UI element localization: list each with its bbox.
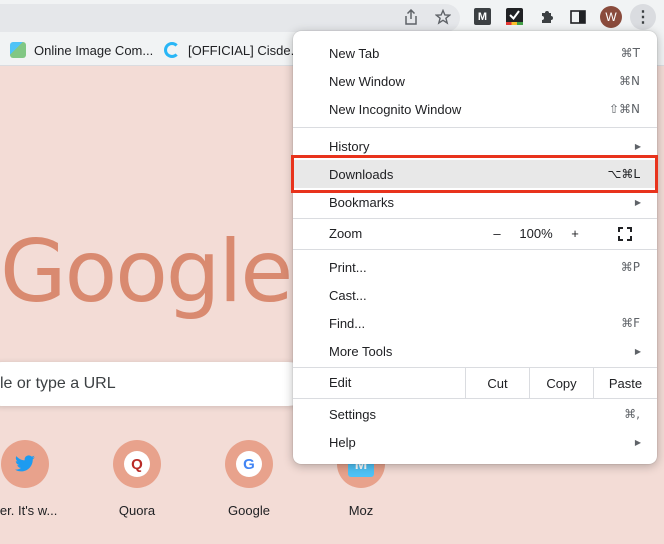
image-compressor-favicon	[10, 42, 26, 58]
menu-item-shortcut: ⌘P	[620, 260, 640, 274]
menu-item-shortcut: ⇧⌘N	[608, 102, 640, 116]
menu-item-label: Print...	[329, 259, 367, 275]
menu-item-shortcut: ⌘N	[619, 74, 640, 88]
menu-item-print[interactable]: Print... ⌘P	[293, 253, 657, 281]
submenu-arrow-icon: ▶	[634, 141, 641, 151]
shortcut-label: Moz	[348, 503, 374, 518]
shortcut-tile-twitter[interactable]: tter. It's w...	[0, 440, 80, 518]
menu-divider	[293, 249, 657, 250]
menu-item-bookmarks[interactable]: Bookmarks ▶	[293, 188, 657, 216]
shortcut-label: Quora	[118, 503, 156, 518]
menu-item-new-incognito-window[interactable]: New Incognito Window ⇧⌘N	[293, 95, 657, 123]
menu-item-downloads[interactable]: Downloads ⌥⌘L	[293, 160, 657, 188]
menu-item-label: More Tools	[329, 343, 393, 359]
menu-item-shortcut: ⌘,	[624, 407, 640, 421]
extension-color-bar	[506, 22, 523, 25]
bookmark-label: Online Image Com...	[34, 42, 154, 58]
menu-item-find[interactable]: Find... ⌘F	[293, 309, 657, 337]
menu-item-label: Zoom	[329, 226, 363, 241]
paste-button[interactable]: Paste	[593, 367, 657, 399]
menu-item-label: New Window	[329, 73, 405, 89]
menu-item-label: History	[329, 138, 370, 154]
menu-item-cast[interactable]: Cast...	[293, 281, 657, 309]
menu-item-label: Settings	[329, 406, 376, 422]
menu-item-label: Find...	[329, 315, 366, 331]
shortcut-tile-quora[interactable]: Q Quora	[82, 440, 192, 518]
menu-item-more-tools[interactable]: More Tools ▶	[293, 337, 657, 365]
menu-item-label: Edit	[329, 375, 352, 390]
puzzle-icon[interactable]	[536, 7, 558, 27]
submenu-arrow-icon: ▶	[634, 346, 641, 356]
menu-item-label: Cast...	[329, 287, 367, 303]
fullscreen-icon[interactable]	[618, 227, 632, 241]
menu-item-shortcut: ⌘F	[621, 316, 640, 330]
shortcut-label: tter. It's w...	[0, 503, 58, 518]
star-icon[interactable]	[432, 7, 454, 27]
submenu-arrow-icon: ▶	[634, 437, 641, 447]
bookmark-label: [OFFICIAL] Cisde...	[188, 42, 302, 58]
share-icon[interactable]	[400, 7, 422, 27]
google-icon: G	[225, 440, 273, 488]
address-bar[interactable]	[0, 4, 460, 32]
menu-item-help[interactable]: Help ▶	[293, 428, 657, 456]
ntp-search-box[interactable]: le or type a URL	[0, 362, 310, 406]
menu-divider	[293, 398, 657, 399]
menu-item-new-tab[interactable]: New Tab ⌘T	[293, 39, 657, 67]
menu-item-shortcut: ⌘T	[620, 46, 640, 60]
cisdem-favicon	[164, 42, 180, 58]
copy-button[interactable]: Copy	[529, 367, 593, 399]
bookmark-online-image-compressor[interactable]: Online Image Com...	[10, 41, 153, 59]
zoom-out-button[interactable]: –	[490, 226, 504, 241]
search-placeholder: le or type a URL	[0, 375, 116, 392]
menu-item-shortcut: ⌥⌘L	[607, 167, 640, 181]
quora-glyph: Q	[124, 451, 150, 477]
menu-row-edit: Edit Cut Copy Paste	[293, 367, 657, 399]
menu-divider	[293, 127, 657, 128]
submenu-arrow-icon: ▶	[634, 197, 641, 207]
quora-icon: Q	[113, 440, 161, 488]
cut-button[interactable]: Cut	[465, 367, 529, 399]
zoom-level: 100%	[519, 226, 553, 241]
zoom-in-button[interactable]: +	[568, 226, 582, 241]
browser-toolbar: M W ⋮	[0, 0, 664, 34]
menu-item-label: Downloads	[329, 166, 394, 182]
shortcut-tile-google[interactable]: G Google	[194, 440, 304, 518]
chrome-main-menu: New Tab ⌘T New Window ⌘N New Incognito W…	[293, 31, 657, 464]
menu-item-settings[interactable]: Settings ⌘,	[293, 400, 657, 428]
menu-item-new-window[interactable]: New Window ⌘N	[293, 67, 657, 95]
menu-item-label: Bookmarks	[329, 194, 395, 210]
checklist-extension-icon[interactable]	[506, 8, 523, 25]
menu-item-label: New Tab	[329, 45, 380, 61]
profile-avatar[interactable]: W	[600, 6, 622, 28]
bookmark-cisdem[interactable]: [OFFICIAL] Cisde...	[164, 41, 301, 59]
menu-item-label: New Incognito Window	[329, 101, 462, 117]
menu-row-zoom: Zoom – 100% +	[293, 218, 657, 250]
twitter-icon	[1, 440, 49, 488]
m-extension-icon[interactable]: M	[474, 8, 491, 25]
shortcut-label: Google	[228, 503, 270, 518]
chrome-menu-button[interactable]: ⋮	[630, 4, 656, 30]
google-glyph: G	[236, 451, 262, 477]
menu-item-label: Help	[329, 434, 356, 450]
google-logo: Google	[0, 222, 293, 322]
side-panel-icon[interactable]	[567, 7, 589, 27]
menu-item-history[interactable]: History ▶	[293, 132, 657, 160]
